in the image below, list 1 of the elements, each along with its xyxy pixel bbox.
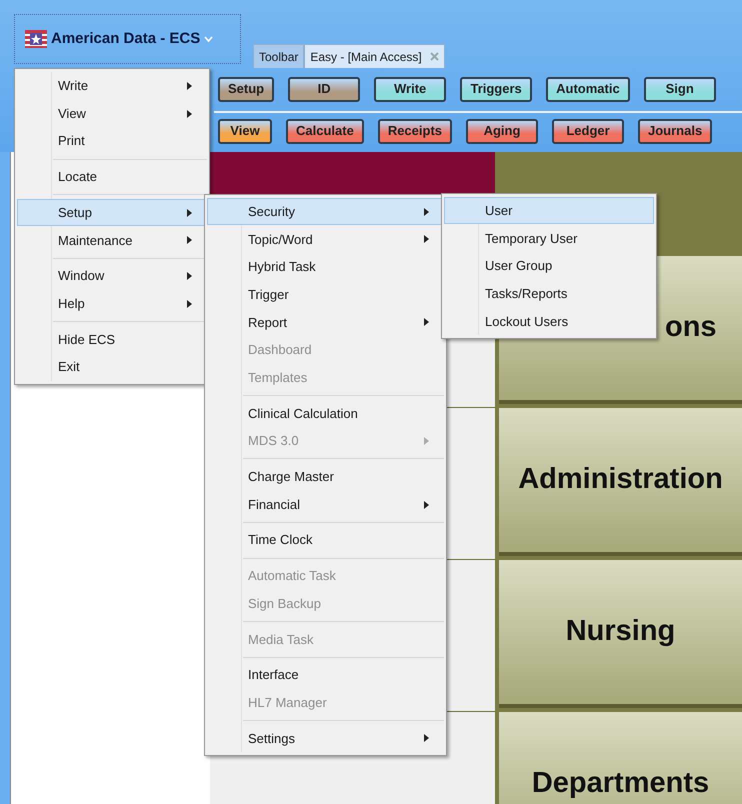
app-title: American Data - ECS [51, 28, 200, 49]
